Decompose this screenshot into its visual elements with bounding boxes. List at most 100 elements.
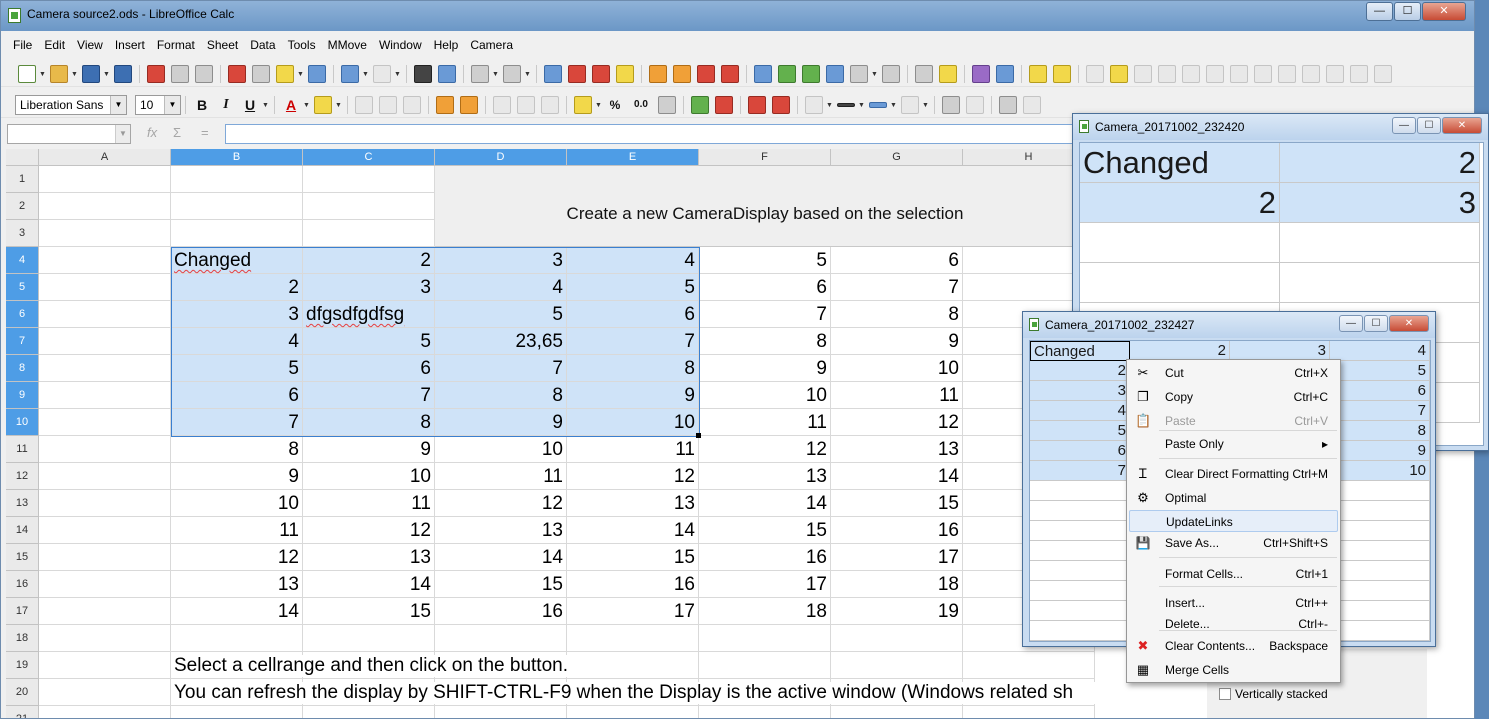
row-header-2[interactable]: 2 — [6, 193, 39, 220]
empty-cell[interactable] — [303, 220, 435, 247]
row-header-12[interactable]: 12 — [6, 463, 39, 490]
cell[interactable]: 7 — [171, 409, 303, 436]
chevron-down-icon[interactable]: ▼ — [394, 71, 401, 78]
currency-icon[interactable] — [574, 96, 592, 114]
cell[interactable]: 13 — [171, 571, 303, 598]
cell[interactable]: 23,65 — [435, 328, 567, 355]
font-color-button[interactable]: A — [282, 96, 300, 114]
form-control-7-icon[interactable] — [1278, 65, 1296, 83]
menu-format[interactable]: Format — [151, 35, 201, 55]
underline-button[interactable]: U — [241, 96, 259, 114]
sum-icon[interactable]: Σ — [173, 125, 181, 140]
cell[interactable]: 8 — [435, 382, 567, 409]
cell[interactable]: 12 — [567, 463, 699, 490]
cell[interactable]: 16 — [567, 571, 699, 598]
cell[interactable]: 3 — [303, 274, 435, 301]
checkbox[interactable] — [1219, 688, 1231, 700]
print-preview-icon[interactable] — [195, 65, 213, 83]
align-right-icon[interactable] — [403, 96, 421, 114]
form-control-5-icon[interactable] — [1230, 65, 1248, 83]
form-control-10-icon[interactable] — [1350, 65, 1368, 83]
menu-insert[interactable]: Insert — [109, 35, 151, 55]
ltr-icon[interactable] — [942, 96, 960, 114]
cell[interactable]: 3 — [171, 301, 303, 328]
empty-cell[interactable] — [39, 328, 171, 355]
empty-cell[interactable] — [39, 598, 171, 625]
cell[interactable]: 11 — [567, 436, 699, 463]
empty-cell[interactable] — [303, 625, 435, 652]
empty-cell[interactable] — [39, 382, 171, 409]
form-control-11-icon[interactable] — [1374, 65, 1392, 83]
cell[interactable]: 10 — [171, 490, 303, 517]
conditional-format-icon[interactable] — [901, 96, 919, 114]
empty-cell[interactable] — [567, 625, 699, 652]
menu-mmove[interactable]: MMove — [322, 35, 373, 55]
empty-cell[interactable] — [39, 625, 171, 652]
redo-icon[interactable] — [373, 65, 391, 83]
column-header-c[interactable]: C — [303, 149, 435, 166]
empty-cell[interactable] — [39, 571, 171, 598]
minimize-button[interactable]: — — [1339, 315, 1363, 332]
cell[interactable]: 12 — [699, 436, 831, 463]
pointer-icon[interactable] — [1086, 65, 1104, 83]
bold-button[interactable]: B — [193, 96, 211, 114]
text-vertical-icon[interactable] — [1023, 96, 1041, 114]
font-size-combo[interactable]: 10 ▼ — [135, 95, 181, 115]
cell[interactable]: 9 — [831, 328, 963, 355]
highlight-icon[interactable] — [314, 96, 332, 114]
equals-icon[interactable]: = — [201, 125, 209, 140]
row-header-14[interactable]: 14 — [6, 517, 39, 544]
row-header-10[interactable]: 10 — [6, 409, 39, 436]
print-icon[interactable] — [171, 65, 189, 83]
empty-cell[interactable] — [171, 220, 303, 247]
cell[interactable]: 12 — [171, 544, 303, 571]
empty-cell[interactable] — [39, 193, 171, 220]
percent-button[interactable]: % — [606, 96, 624, 114]
row-header-7[interactable]: 7 — [6, 328, 39, 355]
cell[interactable]: 9 — [567, 382, 699, 409]
row-header-16[interactable]: 16 — [6, 571, 39, 598]
cell[interactable]: 14 — [303, 571, 435, 598]
sort-ascending-icon[interactable] — [568, 65, 586, 83]
cell[interactable]: 15 — [303, 598, 435, 625]
text-ltr-icon[interactable] — [999, 96, 1017, 114]
cell[interactable]: 7 — [831, 274, 963, 301]
empty-cell[interactable] — [567, 706, 699, 718]
copy-icon[interactable] — [252, 65, 270, 83]
cell[interactable]: 16 — [435, 598, 567, 625]
chevron-down-icon[interactable]: ▼ — [103, 71, 110, 78]
cell[interactable]: 14 — [435, 544, 567, 571]
cell[interactable]: 9 — [699, 355, 831, 382]
empty-cell[interactable] — [39, 436, 171, 463]
cell[interactable]: dfgsdfgdfsg — [303, 301, 435, 328]
cell[interactable]: 13 — [303, 544, 435, 571]
merge-center-icon[interactable] — [460, 96, 478, 114]
menu-tools[interactable]: Tools — [282, 35, 322, 55]
cell[interactable]: Changed — [171, 247, 303, 274]
cell[interactable]: 12 — [831, 409, 963, 436]
decrease-indent-icon[interactable] — [772, 96, 790, 114]
empty-cell[interactable] — [963, 652, 1095, 679]
cell[interactable]: 7 — [303, 382, 435, 409]
empty-cell[interactable] — [39, 301, 171, 328]
cell[interactable]: 14 — [567, 517, 699, 544]
cell[interactable]: 13 — [831, 436, 963, 463]
cell[interactable]: 15 — [831, 490, 963, 517]
cell[interactable]: 2 — [303, 247, 435, 274]
cell[interactable]: 10 — [435, 436, 567, 463]
maximize-button[interactable]: ☐ — [1364, 315, 1388, 332]
empty-cell[interactable] — [699, 706, 831, 718]
cell[interactable]: 17 — [831, 544, 963, 571]
cell[interactable]: 13 — [435, 517, 567, 544]
form-control-8-icon[interactable] — [1302, 65, 1320, 83]
chevron-down-icon[interactable]: ▼ — [492, 71, 499, 78]
undo-icon[interactable] — [341, 65, 359, 83]
hyperlink-icon[interactable] — [754, 65, 772, 83]
cell[interactable]: 9 — [435, 409, 567, 436]
empty-cell[interactable] — [39, 706, 171, 718]
pivot-table-icon[interactable] — [697, 65, 715, 83]
menu-item-copy[interactable]: ❐ Copy Ctrl+C — [1129, 386, 1338, 408]
row-icon[interactable] — [471, 65, 489, 83]
row-header-13[interactable]: 13 — [6, 490, 39, 517]
macro-2-icon[interactable] — [1053, 65, 1071, 83]
